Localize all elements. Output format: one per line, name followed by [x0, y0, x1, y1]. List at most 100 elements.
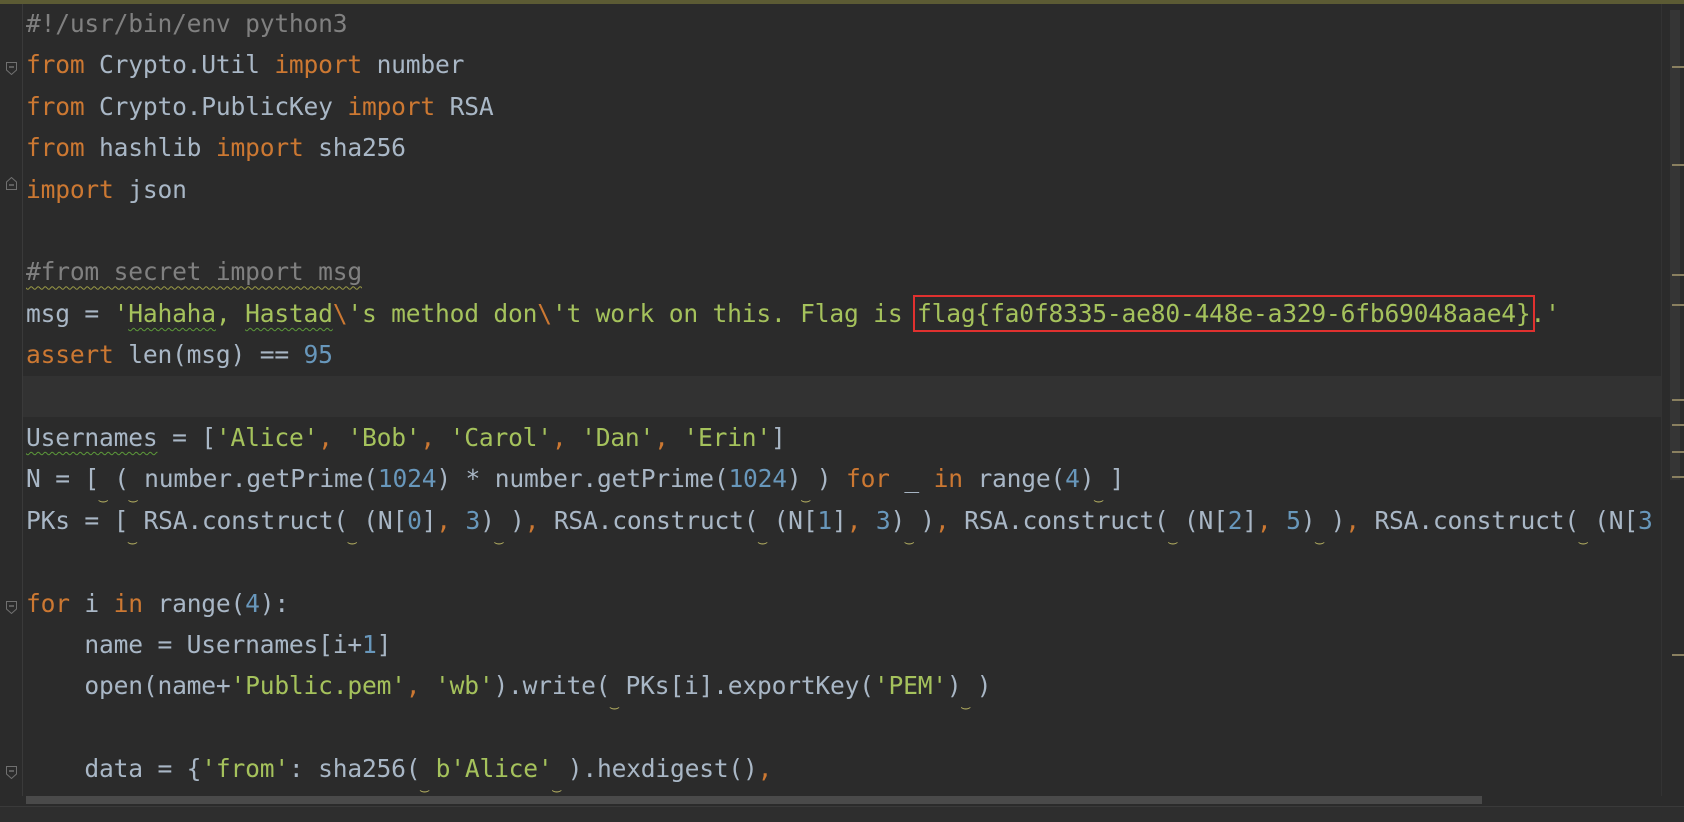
code-token: #!/usr/bin/env python3 [26, 9, 347, 38]
code-token: Hastad [245, 299, 333, 328]
editor-gutter[interactable] [0, 4, 23, 796]
code-token: ).hexdigest() [568, 754, 758, 783]
status-strip [0, 806, 1684, 822]
code-token: ).write( [493, 671, 610, 700]
whitespace-hint-icon [348, 528, 363, 529]
vertical-scrollbar[interactable] [1661, 4, 1684, 796]
code-token: 95 [304, 340, 333, 369]
code-line[interactable]: assert len(msg) == 95 [26, 334, 333, 375]
code-token: \ [333, 299, 348, 328]
fold-start-icon[interactable] [6, 766, 17, 779]
highlighted-flag: flag{fa0f8335-ae80-448e-a329-6fb69048aae… [917, 299, 1530, 328]
code-token: RSA.construct( [1374, 506, 1579, 535]
code-token: 1024 [728, 464, 786, 493]
code-token: , [1257, 506, 1286, 535]
code-token: i [70, 589, 114, 618]
code-line[interactable]: #from secret import msg [26, 251, 362, 292]
code-token: range( [963, 464, 1065, 493]
code-token: from [26, 50, 84, 79]
code-token: RSA.construct( [554, 506, 759, 535]
code-token: 1 [817, 506, 832, 535]
code-editor[interactable]: #!/usr/bin/env python3 from Crypto.Util i… [0, 4, 1662, 796]
whitespace-hint-icon [553, 776, 568, 777]
code-token: ) [920, 506, 935, 535]
current-line-highlight [23, 376, 1662, 417]
code-token: ) * number.getPrime( [436, 464, 728, 493]
code-token: PKs = [ [26, 506, 128, 535]
warning-stripe-mark[interactable] [1672, 66, 1684, 68]
code-line[interactable]: msg = 'Hahaha, Hastad\'s method don\'t w… [26, 293, 1560, 334]
code-token: name = Usernames[i+ [26, 630, 362, 659]
code-token: , [847, 506, 876, 535]
code-line[interactable]: open(name+'Public.pem', 'wb').write(PKs[… [26, 665, 991, 706]
code-token: ) [510, 506, 525, 535]
horizontal-scrollbar-thumb[interactable] [26, 796, 1482, 804]
code-token: #from secret import msg [26, 257, 362, 286]
code-token: 'Dan' [581, 423, 654, 452]
warning-stripe-mark[interactable] [1672, 424, 1684, 426]
code-token: 'Erin' [683, 423, 771, 452]
code-token: ) [1080, 464, 1095, 493]
code-token: import [274, 50, 362, 79]
code-token: data = { [26, 754, 201, 783]
code-token: RSA.construct( [144, 506, 349, 535]
code-token: from [26, 133, 84, 162]
code-token: 'Alice' [216, 423, 318, 452]
fold-end-icon[interactable] [6, 177, 17, 190]
code-line[interactable]: PKs = [RSA.construct((N[0], 3)), RSA.con… [26, 500, 1653, 541]
code-token: 't work on this. Flag is [552, 299, 917, 328]
warning-stripe-mark[interactable] [1672, 399, 1684, 401]
whitespace-hint-icon [802, 486, 817, 487]
code-line[interactable]: import json [26, 169, 187, 210]
code-token: import [26, 175, 114, 204]
code-token: sha256 [304, 133, 406, 162]
code-token: ) [817, 464, 846, 493]
code-line[interactable]: from Crypto.PublicKey import RSA [26, 86, 493, 127]
code-line[interactable]: N = [(number.getPrime(1024) * number.get… [26, 458, 1124, 499]
code-token: 1024 [378, 464, 436, 493]
code-token: .' [1531, 299, 1560, 328]
code-token: ( [114, 464, 129, 493]
code-token: from [26, 92, 84, 121]
whitespace-hint-icon [129, 486, 144, 487]
code-token: ) [480, 506, 495, 535]
code-token: , [216, 299, 245, 328]
code-line[interactable]: name = Usernames[i+1] [26, 624, 391, 665]
code-token: ): [260, 589, 289, 618]
code-token: , [1345, 506, 1374, 535]
code-token: 'PEM' [874, 671, 947, 700]
code-line[interactable]: Usernames = ['Alice', 'Bob', 'Carol', 'D… [26, 417, 786, 458]
code-token: 'Bob' [347, 423, 420, 452]
code-token: , [935, 506, 964, 535]
code-token: 0 [407, 506, 422, 535]
code-token: Crypto.Util [84, 50, 274, 79]
code-token: ) [947, 671, 962, 700]
code-line[interactable]: from hashlib import sha256 [26, 127, 406, 168]
whitespace-hint-icon [1169, 528, 1184, 529]
warning-stripe-mark[interactable] [1672, 164, 1684, 166]
fold-start-icon[interactable] [6, 601, 17, 614]
code-token: range( [143, 589, 245, 618]
code-line[interactable]: #!/usr/bin/env python3 [26, 4, 347, 44]
whitespace-hint-icon [610, 693, 625, 694]
code-token: 2 [1228, 506, 1243, 535]
code-token: for [26, 589, 70, 618]
code-line[interactable]: for i in range(4): [26, 583, 289, 624]
whitespace-hint-icon [128, 528, 143, 529]
fold-start-icon[interactable] [6, 62, 17, 75]
code-token: msg = [26, 299, 114, 328]
vertical-scrollbar-thumb[interactable] [1670, 10, 1680, 480]
code-line[interactable]: data = {'from': sha256(b'Alice').hexdige… [26, 748, 772, 789]
code-line[interactable]: from Crypto.Util import number [26, 44, 464, 85]
code-token: in [934, 464, 963, 493]
warning-stripe-mark[interactable] [1672, 304, 1684, 306]
code-token: in [114, 589, 143, 618]
code-token: Hahaha [128, 299, 216, 328]
code-token: ) [1301, 506, 1316, 535]
warning-stripe-mark[interactable] [1672, 476, 1684, 478]
warning-stripe-mark[interactable] [1672, 451, 1684, 453]
warning-stripe-mark[interactable] [1672, 654, 1684, 656]
whitespace-hint-icon [758, 528, 773, 529]
warning-stripe-mark[interactable] [1672, 274, 1684, 276]
code-token: , [318, 423, 347, 452]
